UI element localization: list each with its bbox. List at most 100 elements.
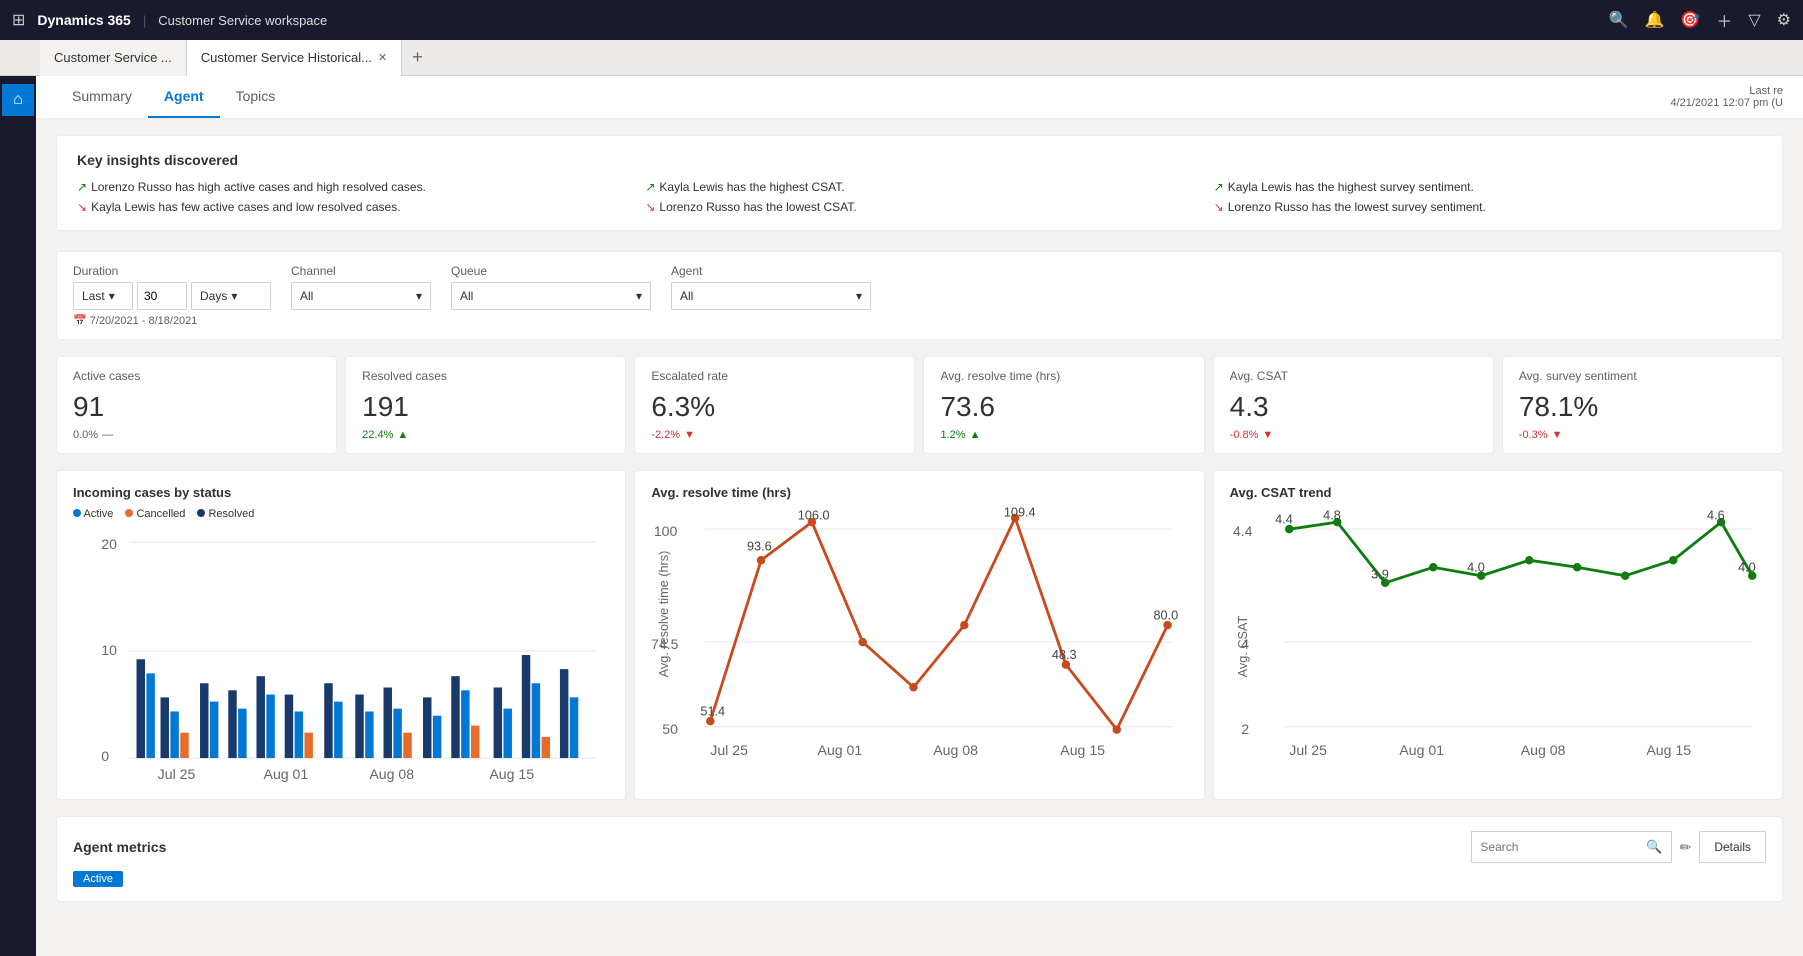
- main-content: Summary Agent Topics Last re 4/21/2021 1…: [36, 76, 1803, 956]
- close-tab-icon[interactable]: ✕: [378, 51, 387, 64]
- svg-text:4.0: 4.0: [1467, 561, 1485, 575]
- date-range: 📅 7/20/2021 - 8/18/2021: [73, 314, 1766, 327]
- agent-metrics-header: Agent metrics 🔍 ✏ Details: [73, 831, 1766, 863]
- filter-icon[interactable]: ▽: [1748, 10, 1760, 30]
- duration-label: Duration: [73, 264, 271, 278]
- content-area: Key insights discovered ↗ Lorenzo Russo …: [36, 119, 1803, 918]
- kpi-title-resolved: Resolved cases: [362, 369, 609, 383]
- resolve-time-chart: Avg. resolve time (hrs) 100 74.5 50: [634, 470, 1204, 800]
- edit-icon[interactable]: ✏: [1680, 839, 1692, 856]
- details-button[interactable]: Details: [1699, 831, 1766, 863]
- kpi-title-resolve: Avg. resolve time (hrs): [940, 369, 1187, 383]
- queue-select[interactable]: All ▾: [451, 282, 651, 310]
- insight-down-arrow-2: ↘: [77, 200, 87, 214]
- sidebar-home-icon[interactable]: ⌂: [2, 84, 34, 116]
- tab-label: Customer Service Historical...: [201, 50, 372, 65]
- tab-historical[interactable]: Customer Service Historical... ✕: [187, 40, 402, 76]
- legend-active: Active: [73, 508, 113, 520]
- svg-text:Jul 25: Jul 25: [1289, 742, 1327, 758]
- kpi-change-resolved: 22.4% ▲: [362, 429, 609, 441]
- insight-item-6: ↘ Lorenzo Russo has the lowest survey se…: [1214, 200, 1762, 214]
- arrow-down-icon-2: ▼: [1262, 429, 1273, 441]
- insight-item-1: ↗ Lorenzo Russo has high active cases an…: [77, 180, 625, 194]
- insight-item-4: ↘ Lorenzo Russo has the lowest CSAT.: [645, 200, 1193, 214]
- channel-label: Channel: [291, 264, 431, 278]
- tab-bar: Customer Service ... Customer Service Hi…: [0, 40, 1803, 76]
- grid-icon[interactable]: ⊞: [12, 10, 25, 30]
- kpi-value-resolved: 191: [362, 391, 609, 423]
- svg-text:Aug 15: Aug 15: [489, 766, 534, 782]
- legend-dot-active: [73, 509, 81, 517]
- svg-text:Avg. CSAT: Avg. CSAT: [1236, 616, 1250, 678]
- duration-unit-select[interactable]: Days ▾: [191, 282, 271, 310]
- insights-card: Key insights discovered ↗ Lorenzo Russo …: [56, 135, 1783, 231]
- insight-item-3: ↗ Kayla Lewis has the highest CSAT.: [645, 180, 1193, 194]
- agent-filter-badges: Active: [73, 871, 1766, 887]
- legend-cancelled: Cancelled: [125, 508, 185, 520]
- svg-text:51.4: 51.4: [701, 704, 726, 718]
- svg-text:Avg. resolve time (hrs): Avg. resolve time (hrs): [657, 551, 671, 678]
- search-input[interactable]: [1480, 840, 1640, 854]
- settings-icon[interactable]: ⚙: [1777, 10, 1791, 30]
- queue-filter: Queue All ▾: [451, 264, 651, 310]
- top-navigation: ⊞ Dynamics 365 | Customer Service worksp…: [0, 0, 1803, 40]
- agent-search-bar: 🔍: [1471, 831, 1671, 863]
- channel-filter: Channel All ▾: [291, 264, 431, 310]
- nav-separator: |: [143, 13, 146, 28]
- kpi-change-escalated: -2.2% ▼: [651, 429, 898, 441]
- search-icon: 🔍: [1646, 839, 1662, 855]
- kpi-title-sentiment: Avg. survey sentiment: [1519, 369, 1766, 383]
- add-tab-icon[interactable]: +: [402, 47, 433, 68]
- bell-icon[interactable]: 🔔: [1644, 10, 1664, 30]
- insight-up-arrow-3: ↗: [645, 180, 655, 194]
- kpi-value-csat: 4.3: [1230, 391, 1477, 423]
- agent-select[interactable]: All ▾: [671, 282, 871, 310]
- tab-agent[interactable]: Agent: [148, 76, 220, 118]
- csat-trend-svg: 4.4 4 2: [1230, 508, 1766, 762]
- search-icon[interactable]: 🔍: [1609, 10, 1629, 30]
- svg-text:20: 20: [101, 536, 117, 552]
- insights-title: Key insights discovered: [77, 152, 1762, 168]
- workspace-label: Customer Service workspace: [158, 13, 327, 28]
- arrow-down-icon: ▼: [684, 429, 695, 441]
- csat-trend-chart: Avg. CSAT trend 4.4 4 2: [1213, 470, 1783, 800]
- kpi-active-cases: Active cases 91 0.0% —: [56, 356, 337, 454]
- svg-text:Aug 08: Aug 08: [369, 766, 414, 782]
- kpi-escalated-rate: Escalated rate 6.3% -2.2% ▼: [634, 356, 915, 454]
- duration-filter: Duration Last ▾ Days ▾: [73, 264, 271, 310]
- svg-text:Aug 08: Aug 08: [934, 742, 979, 758]
- page-tabs: Summary Agent Topics Last re 4/21/2021 1…: [36, 76, 1803, 119]
- app-title: Dynamics 365: [37, 12, 130, 28]
- svg-text:109.4: 109.4: [1004, 505, 1036, 519]
- svg-text:10: 10: [101, 642, 117, 658]
- plus-icon[interactable]: ＋: [1716, 8, 1732, 32]
- legend-dot-resolved: [197, 509, 205, 517]
- channel-select[interactable]: All ▾: [291, 282, 431, 310]
- svg-text:100: 100: [654, 523, 678, 539]
- insight-item-2: ↘ Kayla Lewis has few active cases and l…: [77, 200, 625, 214]
- top-nav-icons: 🔍 🔔 🎯 ＋ ▽ ⚙: [1609, 8, 1791, 32]
- svg-text:3.9: 3.9: [1371, 568, 1389, 582]
- incoming-title: Incoming cases by status: [73, 485, 609, 500]
- insights-grid: ↗ Lorenzo Russo has high active cases an…: [77, 180, 1762, 214]
- tab-customer-service[interactable]: Customer Service ...: [40, 40, 187, 76]
- tab-summary[interactable]: Summary: [56, 76, 148, 118]
- kpi-resolve-time: Avg. resolve time (hrs) 73.6 1.2% ▲: [923, 356, 1204, 454]
- svg-text:80.0: 80.0: [1154, 608, 1179, 622]
- kpi-change-csat: -0.8% ▼: [1230, 429, 1477, 441]
- kpi-row: Active cases 91 0.0% — Resolved cases 19…: [56, 356, 1783, 454]
- kpi-change-sentiment: -0.3% ▼: [1519, 429, 1766, 441]
- svg-text:Aug 01: Aug 01: [1399, 742, 1444, 758]
- duration-select[interactable]: Last ▾: [73, 282, 133, 310]
- incoming-cases-chart: Incoming cases by status Active Cancelle…: [56, 470, 626, 800]
- agent-metrics-controls: 🔍 ✏ Details: [1471, 831, 1766, 863]
- duration-controls: Last ▾ Days ▾: [73, 282, 271, 310]
- kpi-resolved-cases: Resolved cases 191 22.4% ▲: [345, 356, 626, 454]
- duration-number-input[interactable]: [137, 282, 187, 310]
- kpi-value-resolve: 73.6: [940, 391, 1187, 423]
- active-badge[interactable]: Active: [73, 871, 123, 887]
- tab-topics[interactable]: Topics: [220, 76, 292, 118]
- kpi-survey-sentiment: Avg. survey sentiment 78.1% -0.3% ▼: [1502, 356, 1783, 454]
- svg-text:48.3: 48.3: [1052, 648, 1077, 662]
- target-icon[interactable]: 🎯: [1680, 10, 1700, 30]
